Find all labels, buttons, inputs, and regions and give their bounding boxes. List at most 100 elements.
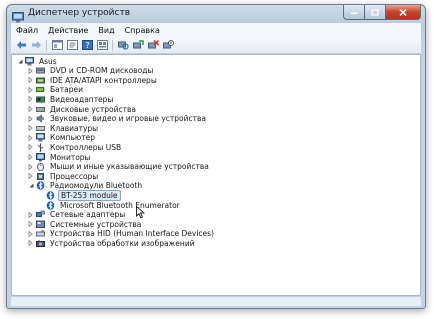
- back-arrow-icon: [16, 41, 26, 49]
- scan-hardware-icon: [117, 41, 129, 50]
- tree-category[interactable]: Компьютер: [27, 133, 97, 143]
- forward-button[interactable]: [30, 39, 42, 51]
- minimize-button[interactable]: [343, 5, 365, 20]
- device-manager-window: Диспетчер устройств Файл Действие Вид Сп…: [6, 4, 426, 309]
- expand-arrow-icon[interactable]: [27, 124, 34, 132]
- tree-item-label: Батареи: [50, 85, 83, 95]
- show-hide-console-tree-button[interactable]: [51, 39, 63, 51]
- hid-icon: [36, 229, 45, 238]
- tree-item-label: Звуковые, видео и игровые устройства: [50, 114, 207, 124]
- toolbar-separator: [112, 39, 113, 51]
- expand-arrow-icon[interactable]: [27, 105, 34, 113]
- tree-category[interactable]: Клавиатуры: [27, 123, 100, 133]
- dvd-drive-icon: [36, 66, 45, 75]
- tree-item-label: Asus: [39, 56, 57, 66]
- expand-arrow-icon[interactable]: [27, 220, 34, 228]
- tree-item-label: Сетевые адаптеры: [50, 210, 126, 220]
- expand-arrow-icon[interactable]: [27, 67, 34, 75]
- disable-button[interactable]: [162, 39, 174, 51]
- collapse-arrow-icon[interactable]: [16, 57, 23, 65]
- tree-category[interactable]: Системные устройства: [27, 219, 143, 229]
- bluetooth-icon: [46, 191, 55, 200]
- properties-button[interactable]: [66, 39, 78, 51]
- help-button[interactable]: ?: [81, 39, 93, 51]
- close-button[interactable]: [386, 5, 421, 20]
- monitor-icon: [36, 152, 45, 162]
- tree-category[interactable]: Мониторы: [27, 152, 92, 162]
- menu-help[interactable]: Справка: [120, 26, 165, 35]
- menu-file[interactable]: Файл: [11, 26, 43, 35]
- toolbar: ?: [11, 37, 421, 54]
- expand-arrow-icon[interactable]: [27, 143, 34, 151]
- tree-category[interactable]: Устройства обработки изображений: [27, 238, 197, 248]
- expand-arrow-icon[interactable]: [27, 172, 34, 180]
- computer-icon: [25, 56, 34, 66]
- device-manager-app-icon: [12, 8, 24, 23]
- tree-category[interactable]: Батареи: [27, 85, 85, 95]
- ide-controller-icon: [36, 76, 45, 85]
- tree-category[interactable]: Звуковые, видео и игровые устройства: [27, 114, 208, 124]
- display-adapter-icon: [36, 95, 45, 104]
- tree-item-label: DVD и CD-ROM дисководы: [50, 66, 154, 76]
- disk-drive-icon: [36, 105, 45, 114]
- imaging-device-icon: [36, 239, 45, 248]
- usb-icon: [36, 143, 45, 152]
- svg-text:?: ?: [85, 41, 89, 50]
- expand-arrow-icon[interactable]: [27, 115, 34, 123]
- tree-category[interactable]: Сетевые адаптеры: [27, 210, 127, 220]
- tree-item-label: Радиомодули Bluetooth: [50, 181, 143, 191]
- expand-arrow-icon[interactable]: [27, 230, 34, 238]
- view-button[interactable]: [96, 39, 108, 51]
- tree-device[interactable]: Microsoft Bluetooth Enumerator: [37, 200, 182, 210]
- computer-icon: [36, 133, 45, 142]
- tree-category[interactable]: Устройства HID (Human Interface Devices): [27, 229, 216, 239]
- forward-arrow-icon: [31, 41, 41, 49]
- tree-category[interactable]: Дисковые устройства: [27, 104, 138, 114]
- expand-arrow-icon[interactable]: [27, 76, 34, 84]
- scan-hardware-changes-button[interactable]: [117, 39, 129, 51]
- collapse-arrow-icon[interactable]: [27, 182, 34, 190]
- menu-action[interactable]: Действие: [43, 26, 93, 35]
- back-button[interactable]: [15, 39, 27, 51]
- tree-category[interactable]: IDE ATA/ATAPI контроллеры: [27, 75, 159, 85]
- device-tree-pane[interactable]: Asus DVD и CD-ROM дисководы IDE ATA/ATAPI …: [11, 54, 421, 296]
- expand-arrow-icon[interactable]: [27, 86, 34, 94]
- status-bar: [11, 297, 421, 306]
- tree-device-selected[interactable]: BT-253 module: [37, 189, 121, 201]
- tree-item-label: Контроллеры USB: [50, 142, 122, 152]
- maximize-button[interactable]: [365, 5, 386, 20]
- expand-arrow-icon[interactable]: [27, 211, 34, 219]
- caption-buttons: [343, 5, 421, 20]
- tree-category[interactable]: Процессоры: [27, 171, 100, 181]
- tree-item-label: Мониторы: [50, 152, 91, 162]
- disable-device-icon: [162, 40, 174, 49]
- mouse-icon: [36, 162, 45, 172]
- update-driver-icon: [132, 40, 144, 49]
- uninstall-icon: [147, 40, 159, 49]
- expand-arrow-icon[interactable]: [27, 95, 34, 103]
- title-bar[interactable]: Диспетчер устройств: [7, 5, 425, 23]
- expand-arrow-icon[interactable]: [27, 239, 34, 247]
- expand-arrow-icon[interactable]: [27, 153, 34, 161]
- menu-view[interactable]: Вид: [93, 26, 119, 35]
- tree-root-computer[interactable]: Asus: [16, 56, 59, 66]
- tree-category[interactable]: Мыши и иные указывающие устройства: [27, 162, 211, 172]
- tree-item-label: Клавиатуры: [50, 123, 99, 133]
- update-driver-button[interactable]: [132, 39, 144, 51]
- expand-arrow-icon[interactable]: [27, 163, 34, 171]
- system-devices-icon: [36, 220, 45, 229]
- menu-bar: Файл Действие Вид Справка: [11, 23, 421, 37]
- properties-icon: [66, 40, 78, 50]
- tree-category[interactable]: DVD и CD-ROM дисководы: [27, 66, 155, 76]
- tree-category[interactable]: Контроллеры USB: [27, 142, 123, 152]
- expand-arrow-icon[interactable]: [27, 134, 34, 142]
- console-tree-icon: [51, 40, 63, 50]
- tree-category[interactable]: Видеоадаптеры: [27, 94, 115, 104]
- tree-item-label: IDE ATA/ATAPI контроллеры: [50, 75, 157, 85]
- tree-item-label: Устройства обработки изображений: [50, 238, 195, 248]
- tree-item-label: Процессоры: [50, 171, 99, 181]
- tree-item-label: Видеоадаптеры: [50, 94, 114, 104]
- uninstall-button[interactable]: [147, 39, 159, 51]
- network-adapter-icon: [36, 210, 45, 219]
